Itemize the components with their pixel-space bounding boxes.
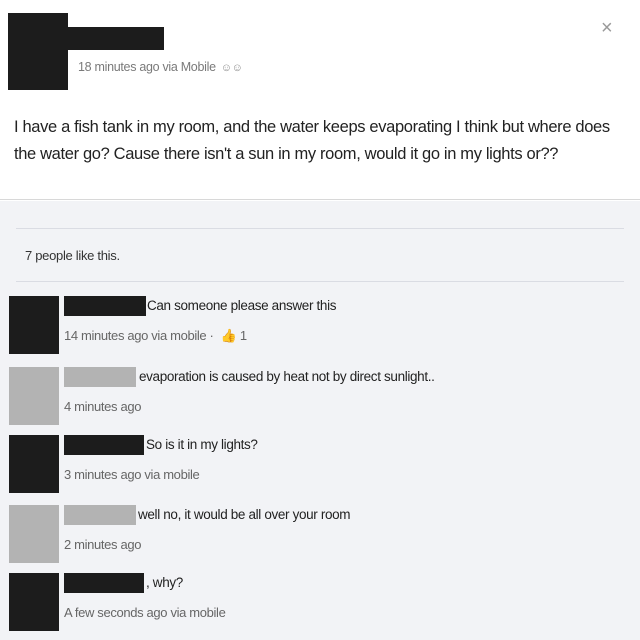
comment: So is it in my lights? 3 minutes ago via… <box>0 435 640 501</box>
divider <box>16 281 624 282</box>
comment-text: evaporation is caused by heat not by dir… <box>139 369 435 384</box>
comment-timestamp[interactable]: 14 minutes ago via mobile · <box>64 328 217 343</box>
comment-meta: 4 minutes ago <box>64 399 141 414</box>
feedback-section: 7 people like this. Can someone please a… <box>0 201 640 640</box>
comment-meta: A few seconds ago via mobile <box>64 605 226 620</box>
people-icon[interactable]: ☺☺ <box>221 62 243 74</box>
comment: , why? A few seconds ago via mobile <box>0 573 640 639</box>
comment-timestamp[interactable]: 2 minutes ago <box>64 537 141 552</box>
comment-meta: 3 minutes ago via mobile <box>64 467 200 482</box>
post-timestamp: 18 minutes ago via Mobile ☺☺ <box>78 60 243 74</box>
thumbs-up-icon: 👍 <box>220 328 237 343</box>
comment-timestamp[interactable]: A few seconds ago via mobile <box>64 605 226 620</box>
commenter-avatar-redacted[interactable] <box>9 367 59 425</box>
comment-text: well no, it would be all over your room <box>138 507 351 522</box>
commenter-name-redacted[interactable] <box>64 367 136 387</box>
commenter-name-redacted[interactable] <box>64 505 136 525</box>
author-name-redacted[interactable] <box>64 27 164 50</box>
commenter-name-redacted[interactable] <box>64 435 144 455</box>
comment-meta: 2 minutes ago <box>64 537 141 552</box>
comment: Can someone please answer this 14 minute… <box>0 296 640 362</box>
commenter-name-redacted[interactable] <box>64 296 146 316</box>
comment-text: , why? <box>146 575 183 590</box>
close-icon[interactable]: × <box>601 18 613 38</box>
comment: well no, it would be all over your room … <box>0 505 640 571</box>
comment-meta: 14 minutes ago via mobile · 👍 1 <box>64 328 247 344</box>
commenter-name-redacted[interactable] <box>64 573 144 593</box>
commenter-avatar-redacted[interactable] <box>9 296 59 354</box>
commenter-avatar-redacted[interactable] <box>9 435 59 493</box>
post-card: 18 minutes ago via Mobile ☺☺ × I have a f… <box>0 0 640 200</box>
comment: evaporation is caused by heat not by dir… <box>0 367 640 433</box>
comment-text: So is it in my lights? <box>146 437 258 452</box>
comment-timestamp[interactable]: 3 minutes ago via mobile <box>64 467 200 482</box>
comment-like-count[interactable]: 1 <box>240 328 247 343</box>
comment-timestamp[interactable]: 4 minutes ago <box>64 399 141 414</box>
comment-text: Can someone please answer this <box>147 298 337 313</box>
author-avatar-redacted[interactable] <box>8 13 68 90</box>
divider <box>16 228 624 229</box>
post-meta-text[interactable]: 18 minutes ago via Mobile <box>78 60 216 74</box>
commenter-avatar-redacted[interactable] <box>9 505 59 563</box>
likes-summary[interactable]: 7 people like this. <box>25 248 120 263</box>
commenter-avatar-redacted[interactable] <box>9 573 59 631</box>
post-body: I have a fish tank in my room, and the w… <box>14 118 610 163</box>
